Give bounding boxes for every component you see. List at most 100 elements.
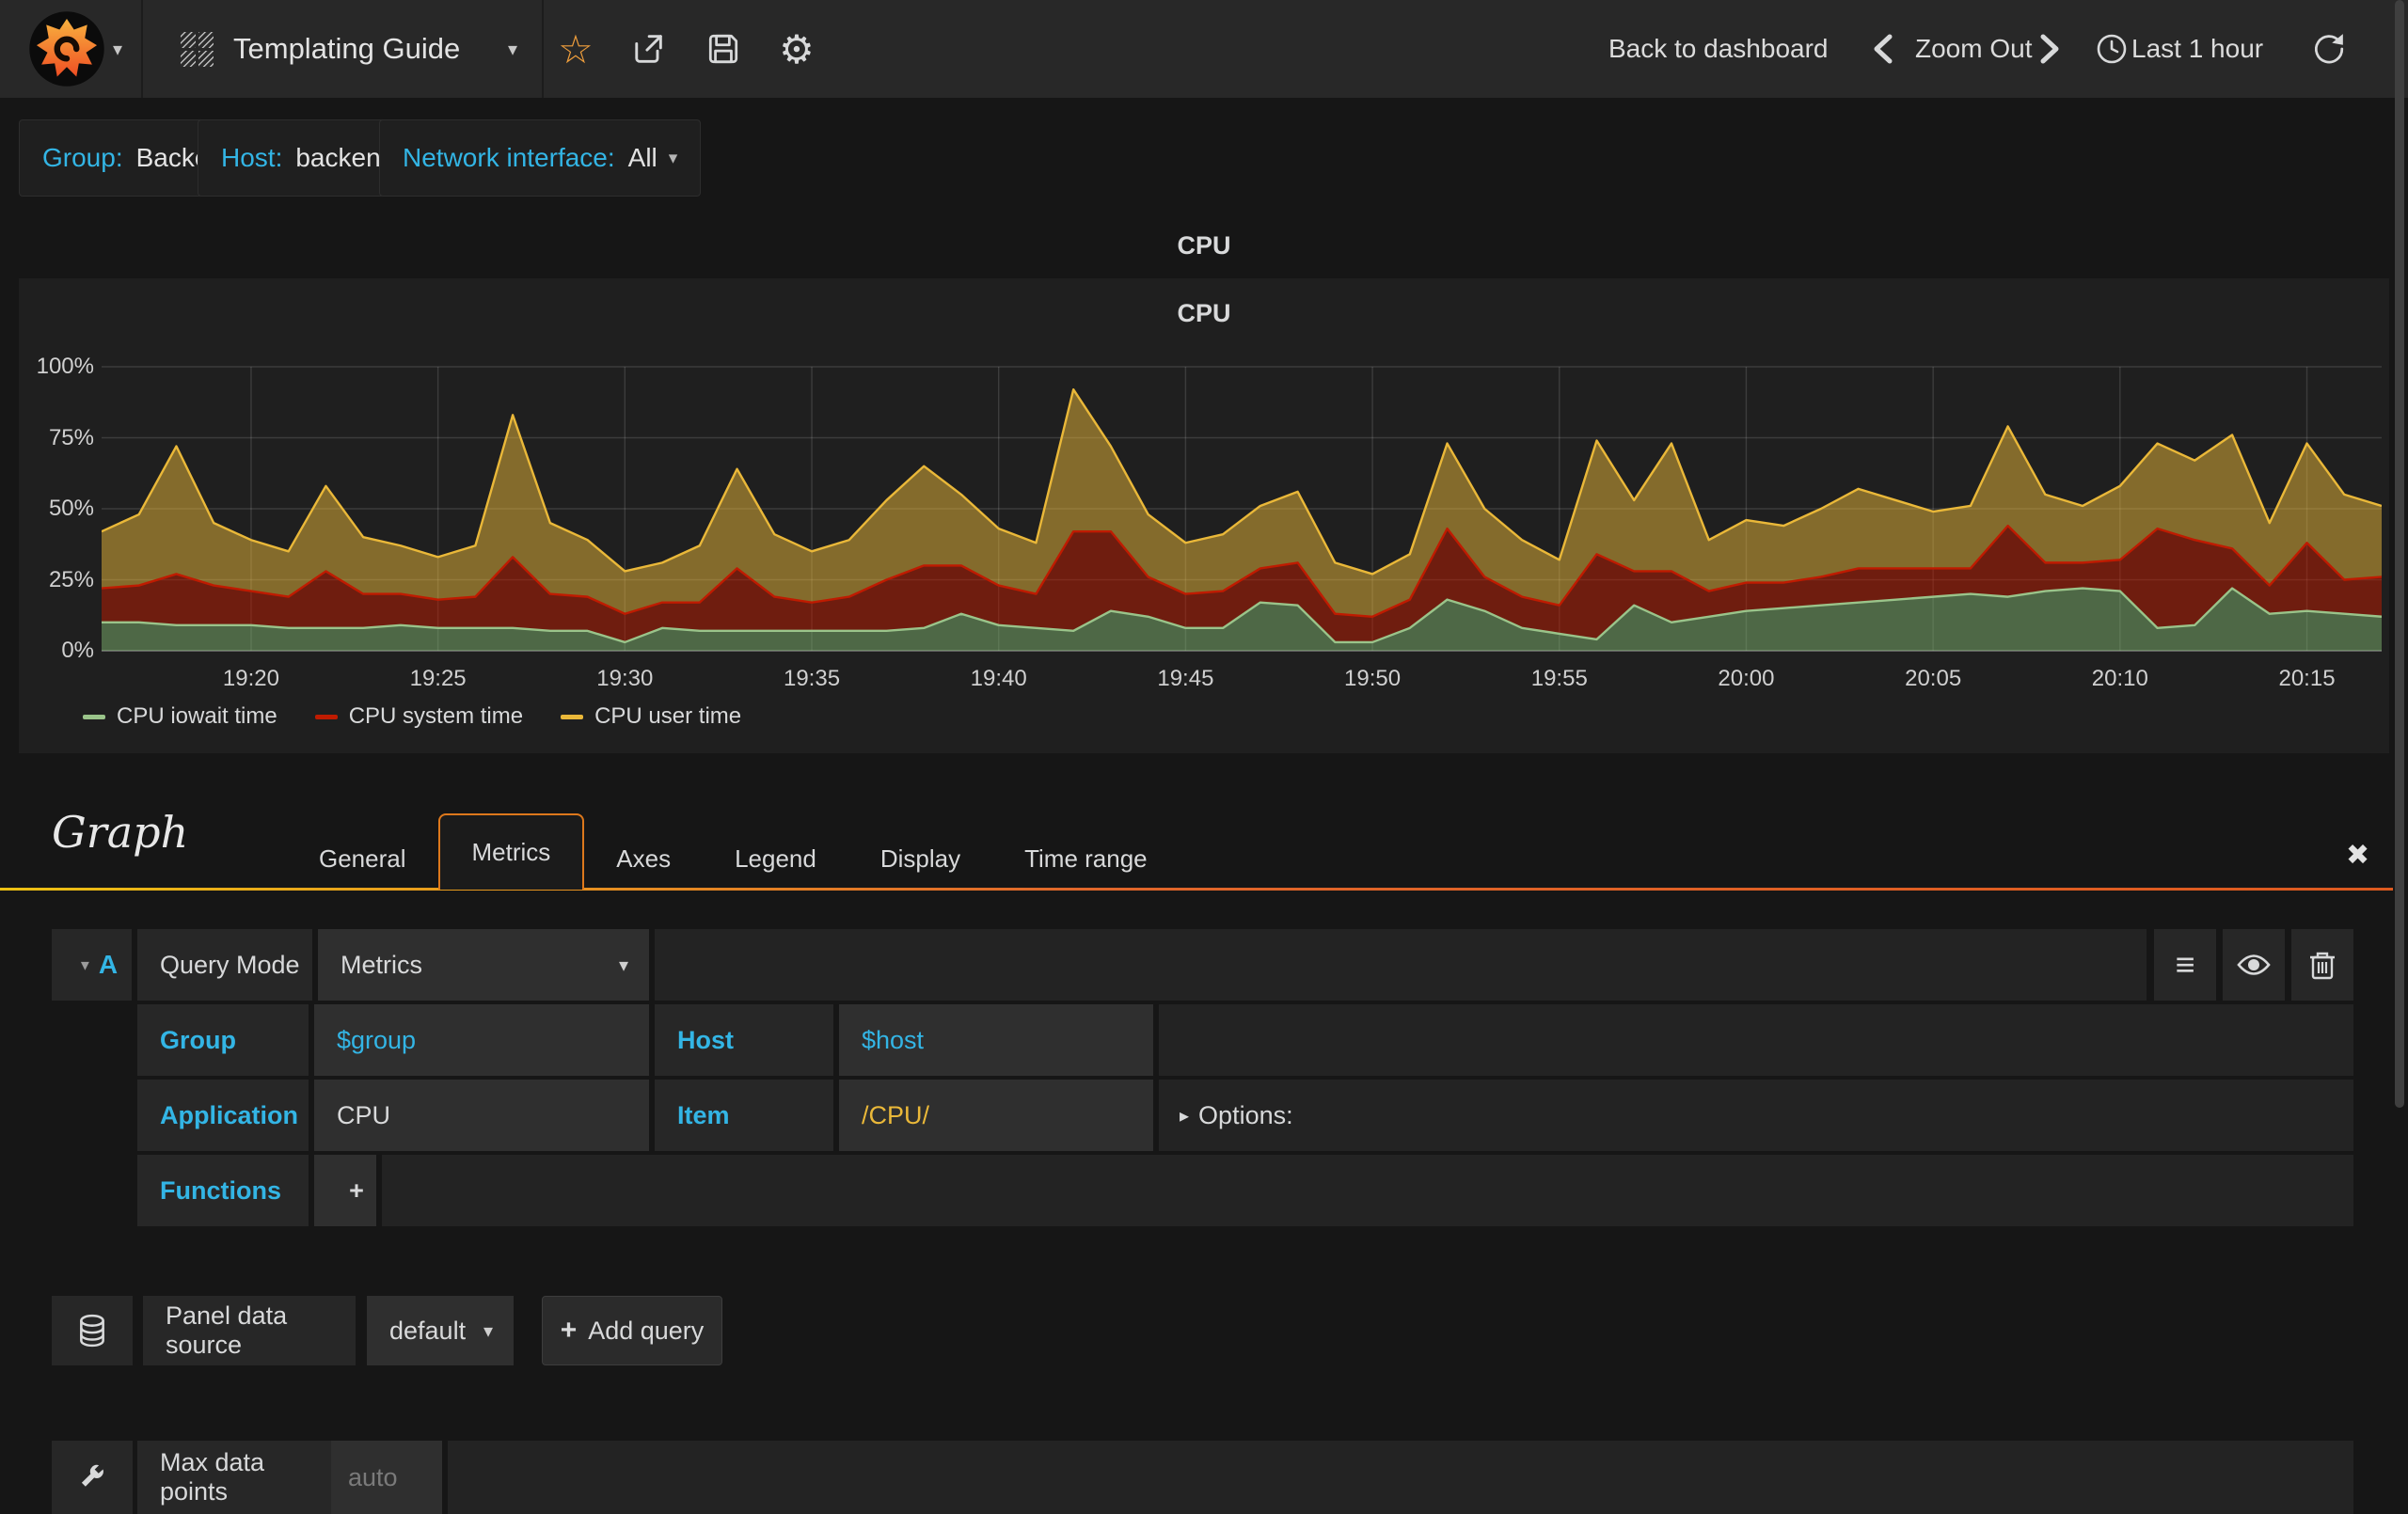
add-query-label: Add query — [588, 1316, 705, 1345]
options-toggle[interactable]: ▸ Options: — [1159, 1080, 2353, 1151]
graph-inner-title: CPU — [1177, 299, 1231, 327]
item-input[interactable]: /CPU/ — [839, 1080, 1153, 1151]
legend-item[interactable]: CPU system time — [314, 703, 524, 730]
variable-label: Group: — [42, 143, 123, 172]
max-data-points-input[interactable] — [331, 1441, 442, 1514]
time-shift-right-icon[interactable] — [2024, 0, 2075, 98]
query-delete-button[interactable] — [2291, 929, 2353, 1001]
query-mode-value: Metrics — [341, 950, 422, 979]
row-spacer — [1159, 1004, 2353, 1076]
legend-label: CPU system time — [348, 703, 524, 729]
logo-menu-caret-icon[interactable]: ▾ — [113, 38, 122, 61]
add-function-button[interactable]: + — [314, 1155, 376, 1226]
star-icon[interactable]: ☆ — [550, 0, 601, 98]
grafana-logo[interactable] — [28, 10, 105, 87]
datasource-button[interactable] — [52, 1296, 133, 1365]
tab-display[interactable]: Display — [848, 828, 992, 890]
chevron-right-icon: ▸ — [1180, 1105, 1190, 1127]
chevron-down-icon: ▾ — [80, 954, 89, 974]
zoom-out-button[interactable]: Zoom Out — [1915, 0, 2032, 98]
tab-time-range[interactable]: Time range — [992, 828, 1180, 890]
x-tick-label: 19:25 — [409, 666, 467, 691]
y-tick-label: 50% — [48, 496, 94, 521]
x-tick-label: 19:45 — [1157, 666, 1214, 691]
application-label: Application — [137, 1080, 309, 1151]
time-shift-left-icon[interactable] — [1858, 0, 1909, 98]
scrollbar[interactable] — [2395, 0, 2404, 1108]
eye-icon — [2237, 954, 2271, 975]
tab-legend[interactable]: Legend — [703, 828, 848, 890]
host-input[interactable]: $host — [839, 1004, 1153, 1076]
y-tick-label: 100% — [36, 354, 94, 379]
tab-metrics[interactable]: Metrics — [437, 813, 585, 890]
query-menu-button[interactable]: ≡ — [2154, 929, 2216, 1001]
variable-label: Host: — [221, 143, 283, 172]
item-label: Item — [655, 1080, 833, 1151]
tab-underline — [0, 888, 2393, 891]
editor-panel-type: Graph — [52, 807, 189, 858]
close-editor-icon[interactable]: ✖ — [2346, 839, 2369, 872]
variable-network-interface-dropdown[interactable]: Network interface: All ▾ — [379, 119, 702, 197]
top-navbar: ▾ Templating Guide ▾ ☆ ⚙ Back to dashboa… — [0, 0, 2408, 98]
hamburger-menu-icon: ≡ — [2175, 945, 2195, 984]
application-input[interactable]: CPU — [314, 1080, 649, 1151]
dashboard-title-caret-icon[interactable]: ▾ — [508, 38, 517, 61]
legend-swatch-icon — [561, 714, 584, 719]
chevron-down-icon: ▾ — [483, 1320, 493, 1342]
editor-tabs: General Metrics Axes Legend Display Time… — [287, 813, 1180, 890]
datasource-value: default — [389, 1316, 467, 1345]
host-label: Host — [655, 1004, 833, 1076]
x-tick-label: 19:30 — [596, 666, 654, 691]
y-tick-label: 25% — [48, 566, 94, 592]
refresh-icon[interactable] — [2303, 0, 2353, 98]
legend-label: CPU user time — [594, 703, 742, 729]
panel-title[interactable]: CPU — [19, 231, 2389, 260]
x-tick-label: 20:10 — [2091, 666, 2148, 691]
divider — [542, 0, 544, 98]
max-data-points-label: Max data points — [137, 1441, 331, 1514]
group-input[interactable]: $group — [314, 1004, 649, 1076]
query-mode-label: Query Mode — [137, 929, 312, 1001]
x-tick-label: 19:55 — [1530, 666, 1588, 691]
clock-icon — [2086, 0, 2137, 98]
database-icon — [80, 1314, 104, 1348]
dashboard-title[interactable]: Templating Guide — [233, 0, 460, 98]
share-icon[interactable] — [623, 0, 673, 98]
query-collapse-toggle[interactable]: ▾ A — [52, 929, 132, 1001]
tab-general[interactable]: General — [287, 828, 438, 890]
legend-swatch-icon — [83, 714, 105, 719]
metrics-options-button[interactable] — [52, 1441, 133, 1514]
group-label: Group — [137, 1004, 309, 1076]
x-tick-label: 19:20 — [222, 666, 279, 691]
query-mode-select[interactable]: Metrics ▾ — [318, 929, 649, 1001]
x-tick-label: 20:05 — [1905, 666, 1962, 691]
back-to-dashboard-button[interactable]: Back to dashboard — [1608, 0, 1829, 98]
cpu-stacked-area-chart[interactable] — [102, 357, 2382, 658]
max-data-points-field[interactable] — [331, 1441, 442, 1514]
query-ref-letter: A — [98, 950, 119, 979]
x-tick-label: 20:15 — [2278, 666, 2336, 691]
save-icon[interactable] — [698, 0, 749, 98]
tab-axes[interactable]: Axes — [584, 828, 703, 890]
chevron-down-icon: ▾ — [618, 954, 628, 976]
variable-value: All — [627, 143, 657, 172]
query-row-spacer — [655, 929, 2147, 1001]
legend-item[interactable]: CPU iowait time — [83, 703, 277, 730]
panel-data-source-label: Panel data source — [143, 1296, 356, 1365]
trash-icon — [2310, 952, 2335, 980]
add-query-button[interactable]: + Add query — [542, 1296, 722, 1365]
datasource-select[interactable]: default ▾ — [367, 1296, 514, 1365]
plus-icon: + — [560, 1315, 578, 1346]
graph-panel: CPU 0% 25% 50% 75% 100% 19:20 19:25 19:30 19:35… — [19, 278, 2389, 753]
functions-label: Functions — [137, 1155, 309, 1226]
time-range-picker[interactable]: Last 1 hour — [2131, 0, 2263, 98]
row-spacer — [382, 1155, 2353, 1226]
legend-label: CPU iowait time — [117, 703, 277, 729]
query-toggle-visibility-button[interactable] — [2223, 929, 2285, 1001]
divider — [141, 0, 143, 98]
legend-item[interactable]: CPU user time — [561, 703, 741, 730]
x-tick-label: 20:00 — [1718, 666, 1775, 691]
settings-gear-icon[interactable]: ⚙ — [771, 0, 822, 98]
chart-legend: CPU iowait time CPU system time CPU user t… — [83, 703, 741, 730]
dashboard-grid-icon — [179, 31, 216, 73]
